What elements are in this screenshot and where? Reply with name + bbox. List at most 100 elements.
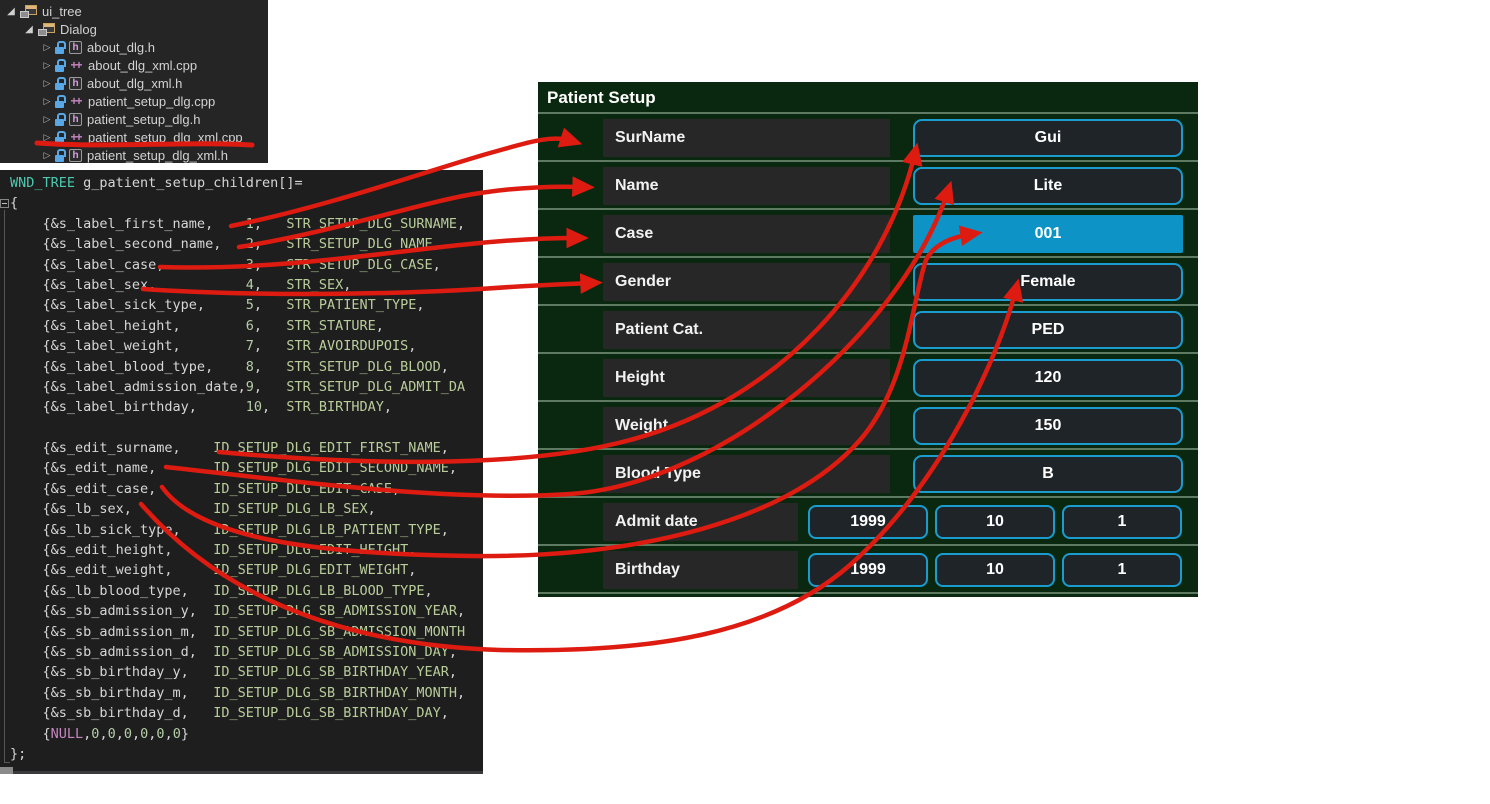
code-line: {&s_label_height, 6, STR_STATURE, (0, 316, 483, 336)
birthday-year-box[interactable]: 1999 (808, 553, 928, 587)
field-row-case: Case 001 (538, 210, 1198, 258)
field-value-blood-type[interactable]: B (913, 455, 1183, 493)
field-row-weight: Weight150 (538, 402, 1198, 450)
tree-item-label: patient_setup_dlg.h (87, 112, 200, 127)
field-value-patient-cat[interactable]: PED (913, 311, 1183, 349)
lock-icon (55, 95, 65, 108)
tree-item-patient-setup-dlg-xml-cpp[interactable]: ▷ ++ patient_setup_dlg_xml.cpp (0, 128, 268, 146)
header-file-icon: h (69, 149, 82, 162)
field-label-admit-date: Admit date (603, 503, 798, 541)
code-line (0, 418, 483, 438)
collapsed-arrow-icon[interactable]: ▷ (40, 150, 54, 161)
lock-icon (55, 113, 65, 126)
code-line: {&s_label_birthday, 10, STR_BIRTHDAY, (0, 397, 483, 417)
collapsed-arrow-icon[interactable]: ▷ (40, 96, 54, 107)
tree-item-about-dlg-h[interactable]: ▷habout_dlg.h (0, 38, 268, 56)
field-row-surname: SurNameGui (538, 114, 1198, 162)
code-scrollbar-corner[interactable] (0, 767, 13, 774)
code-line: }; (0, 744, 483, 764)
code-line: {NULL,0,0,0,0,0,0} (0, 724, 483, 744)
tree-item-label: ui_tree (42, 4, 82, 19)
collapsed-arrow-icon[interactable]: ▷ (40, 132, 54, 143)
lock-icon (55, 131, 65, 144)
dialog-rows: SurNameGui Name Lite Case 001 Gender Female Pat… (538, 114, 1198, 594)
code-line: {&s_sb_birthday_m, ID_SETUP_DLG_SB_BIRTH… (0, 683, 483, 703)
patient-setup-dialog: Patient Setup SurNameGui Name Lite Case 001 G… (538, 82, 1198, 597)
code-line: {&s_label_second_name, 2, STR_SETUP_DLG_… (0, 234, 483, 254)
tree-item-about-dlg-xml-cpp[interactable]: ▷ ++ about_dlg_xml.cpp (0, 56, 268, 74)
lock-icon (55, 77, 65, 90)
folder-icon (38, 23, 55, 36)
code-line: {&s_label_sick_type, 5, STR_PATIENT_TYPE… (0, 295, 483, 315)
code-line: {&s_sb_birthday_y, ID_SETUP_DLG_SB_BIRTH… (0, 662, 483, 682)
field-row-blood-type: Blood TypeB (538, 450, 1198, 498)
tree-item-label: patient_setup_dlg_xml.cpp (88, 130, 243, 145)
field-value-surname[interactable]: Gui (913, 119, 1183, 157)
tree-item-ui-tree[interactable]: ◢ ui_tree (0, 2, 268, 20)
dialog-title: Patient Setup (538, 82, 1198, 114)
code-editor[interactable]: WND_TREE g_patient_setup_children[]={ {&… (0, 170, 483, 774)
field-row-birthday: Birthday1999101 (538, 546, 1198, 594)
field-row-name: Name Lite (538, 162, 1198, 210)
collapsed-arrow-icon[interactable]: ▷ (40, 114, 54, 125)
screenshot-stage: ◢ui_tree◢Dialog▷habout_dlg.h▷++about_dlg… (0, 0, 1490, 804)
admit-date-day-box[interactable]: 1 (1062, 505, 1182, 539)
solution-explorer-tree[interactable]: ◢ui_tree◢Dialog▷habout_dlg.h▷++about_dlg… (0, 0, 268, 163)
expanded-arrow-icon[interactable]: ◢ (22, 24, 36, 35)
code-line: {&s_label_sex, 4, STR_SEX, (0, 275, 483, 295)
code-line: {&s_label_weight, 7, STR_AVOIRDUPOIS, (0, 336, 483, 356)
tree-item-label: about_dlg_xml.h (87, 76, 182, 91)
code-fold-toggle[interactable] (0, 199, 9, 208)
code-line: {&s_sb_admission_m, ID_SETUP_DLG_SB_ADMI… (0, 622, 483, 642)
lock-icon (55, 41, 65, 54)
birthday-month-box[interactable]: 10 (935, 553, 1055, 587)
collapsed-arrow-icon[interactable]: ▷ (40, 78, 54, 89)
code-line: {&s_label_admission_date,9, STR_SETUP_DL… (0, 377, 483, 397)
tree-item-patient-setup-dlg-xml-h[interactable]: ▷ h patient_setup_dlg_xml.h (0, 146, 268, 163)
tree-item-about-dlg-xml-h[interactable]: ▷habout_dlg_xml.h (0, 74, 268, 92)
collapsed-arrow-icon[interactable]: ▷ (40, 60, 54, 71)
field-row-patient-cat: Patient Cat.PED (538, 306, 1198, 354)
header-file-icon: h (69, 113, 82, 126)
code-fold-guide-end (4, 762, 10, 763)
cpp-file-icon: ++ (68, 59, 83, 72)
collapsed-arrow-icon[interactable]: ▷ (40, 42, 54, 53)
field-value-weight[interactable]: 150 (913, 407, 1183, 445)
field-label-height: Height (603, 359, 890, 397)
code-lines: WND_TREE g_patient_setup_children[]={ {&… (0, 173, 483, 764)
tree-item-label: about_dlg_xml.cpp (88, 58, 197, 73)
cpp-file-icon: ++ (68, 131, 83, 144)
admit-date-year-box[interactable]: 1999 (808, 505, 928, 539)
birthday-day-box[interactable]: 1 (1062, 553, 1182, 587)
code-line: WND_TREE g_patient_setup_children[]= (0, 173, 483, 193)
tree-item-patient-setup-dlg-h[interactable]: ▷ h patient_setup_dlg.h (0, 110, 268, 128)
field-value-case[interactable]: 001 (913, 215, 1183, 253)
field-row-gender: Gender Female (538, 258, 1198, 306)
field-label-case: Case (603, 215, 890, 253)
field-value-height[interactable]: 120 (913, 359, 1183, 397)
tree-item-patient-setup-dlg-cpp[interactable]: ▷++patient_setup_dlg.cpp (0, 92, 268, 110)
field-value-gender[interactable]: Female (913, 263, 1183, 301)
tree-item-Dialog[interactable]: ◢Dialog (0, 20, 268, 38)
tree-item-label: patient_setup_dlg_xml.h (87, 148, 228, 163)
code-line: {&s_edit_weight, ID_SETUP_DLG_EDIT_WEIGH… (0, 560, 483, 580)
field-label-name: Name (603, 167, 890, 205)
code-line: {&s_label_first_name, 1, STR_SETUP_DLG_S… (0, 214, 483, 234)
field-value-name[interactable]: Lite (913, 167, 1183, 205)
code-line: {&s_sb_admission_y, ID_SETUP_DLG_SB_ADMI… (0, 601, 483, 621)
code-line: {&s_label_case, 3, STR_SETUP_DLG_CASE, (0, 255, 483, 275)
header-file-icon: h (69, 41, 82, 54)
expanded-arrow-icon[interactable]: ◢ (4, 6, 18, 17)
field-row-admit-date: Admit date 1999101 (538, 498, 1198, 546)
code-editor-bottom-edge (0, 771, 483, 774)
code-line: {&s_edit_name, ID_SETUP_DLG_EDIT_SECOND_… (0, 458, 483, 478)
cpp-file-icon: ++ (68, 95, 83, 108)
admit-date-month-box[interactable]: 10 (935, 505, 1055, 539)
code-line: {&s_sb_birthday_d, ID_SETUP_DLG_SB_BIRTH… (0, 703, 483, 723)
field-row-height: Height 120 (538, 354, 1198, 402)
code-fold-guide-line (4, 210, 5, 762)
field-label-gender: Gender (603, 263, 890, 301)
code-line: {&s_label_blood_type, 8, STR_SETUP_DLG_B… (0, 357, 483, 377)
code-line: {&s_lb_blood_type, ID_SETUP_DLG_LB_BLOOD… (0, 581, 483, 601)
code-line: {&s_sb_admission_d, ID_SETUP_DLG_SB_ADMI… (0, 642, 483, 662)
